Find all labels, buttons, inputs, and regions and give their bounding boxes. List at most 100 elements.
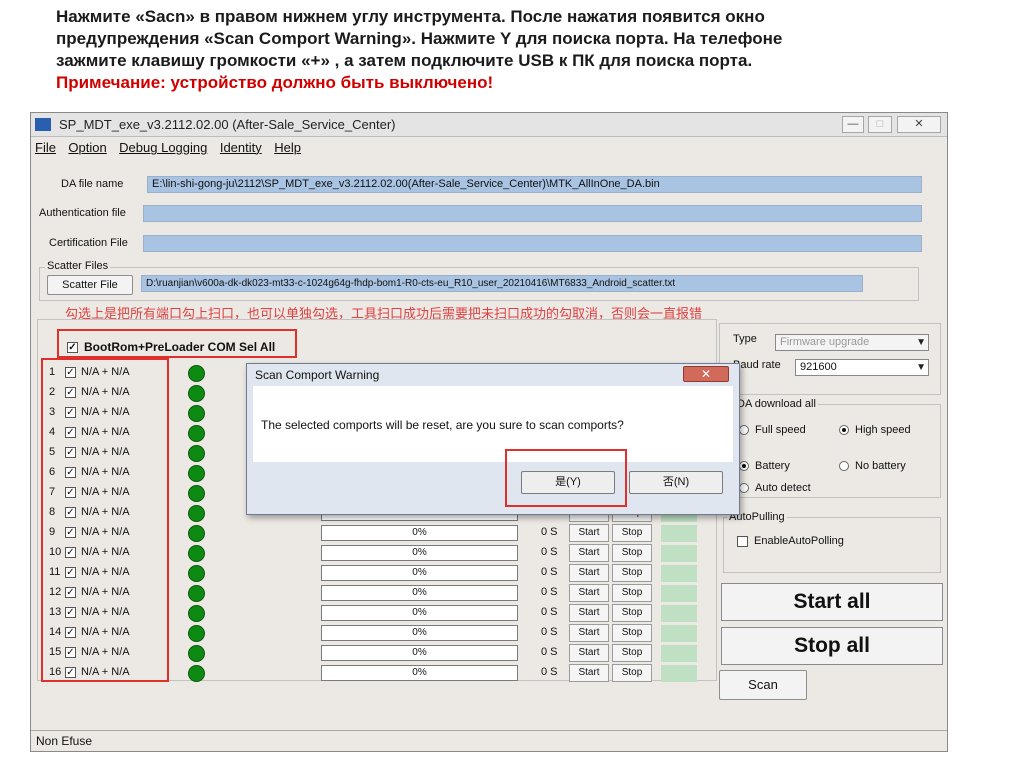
da-file-field[interactable]: E:\lin-shi-gong-ju\2112\SP_MDT_exe_v3.21… xyxy=(147,176,922,193)
baud-rate-select[interactable]: 921600 ▼ xyxy=(795,359,929,376)
port-checkbox[interactable]: ✓ xyxy=(65,507,76,518)
port-name: N/A + N/A xyxy=(81,666,130,678)
type-select[interactable]: Firmware upgrade ▼ xyxy=(775,334,929,351)
port-row: 16 ✓ N/A + N/A 0% 0 S Start Stop xyxy=(47,664,727,684)
status-led-icon xyxy=(188,645,205,662)
menu-option[interactable]: Option xyxy=(68,140,106,155)
scatter-file-button[interactable]: Scatter File xyxy=(47,275,133,295)
bootrom-sel-all-checkbox[interactable]: ✓ xyxy=(67,342,78,354)
port-status-cell xyxy=(661,525,697,542)
menu-debug-logging[interactable]: Debug Logging xyxy=(119,140,207,155)
scan-button[interactable]: Scan xyxy=(719,670,807,700)
port-status-cell xyxy=(661,585,697,602)
status-led-icon xyxy=(188,385,205,402)
port-start-button[interactable]: Start xyxy=(569,524,609,542)
maximize-button[interactable]: □ xyxy=(868,116,892,133)
port-start-button[interactable]: Start xyxy=(569,644,609,662)
port-start-button[interactable]: Start xyxy=(569,544,609,562)
port-checkbox[interactable]: ✓ xyxy=(65,627,76,638)
high-speed-radio[interactable]: High speed xyxy=(839,424,911,436)
port-stop-button[interactable]: Stop xyxy=(612,624,652,642)
menu-file[interactable]: File xyxy=(35,140,56,155)
port-checkbox[interactable]: ✓ xyxy=(65,467,76,478)
progress-bar: 0% xyxy=(321,605,518,621)
instruction-line-2: предупреждения «Scan Comport Warning». Н… xyxy=(56,29,783,48)
close-button[interactable]: ✕ xyxy=(897,116,941,133)
dialog-yes-button[interactable]: 是(Y) xyxy=(521,471,615,494)
port-stop-button[interactable]: Stop xyxy=(612,664,652,682)
port-name: N/A + N/A xyxy=(81,606,130,618)
port-start-button[interactable]: Start xyxy=(569,624,609,642)
cert-file-label: Certification File xyxy=(49,237,128,249)
port-stop-button[interactable]: Stop xyxy=(612,564,652,582)
instruction-line-3: зажмите клавишу громкости «+» , а затем … xyxy=(56,51,753,70)
port-start-button[interactable]: Start xyxy=(569,584,609,602)
scan-comport-warning-dialog: Scan Comport Warning ✕ The selected comp… xyxy=(246,363,740,515)
cert-file-field[interactable] xyxy=(143,235,922,252)
minimize-button[interactable]: — xyxy=(842,116,864,133)
full-speed-radio[interactable]: Full speed xyxy=(739,424,806,436)
port-checkbox[interactable]: ✓ xyxy=(65,387,76,398)
port-number: 12 xyxy=(49,586,62,598)
port-stop-button[interactable]: Stop xyxy=(612,604,652,622)
port-checkbox[interactable]: ✓ xyxy=(65,547,76,558)
no-battery-radio[interactable]: No battery xyxy=(839,460,906,472)
port-checkbox[interactable]: ✓ xyxy=(65,527,76,538)
scatter-file-field[interactable]: D:\ruanjian\v600a-dk-dk023-mt33-c-1024g6… xyxy=(141,275,863,292)
menu-help[interactable]: Help xyxy=(274,140,301,155)
bootrom-sel-all[interactable]: ✓ BootRom+PreLoader COM Sel All xyxy=(67,340,275,354)
port-checkbox[interactable]: ✓ xyxy=(65,367,76,378)
port-name: N/A + N/A xyxy=(81,626,130,638)
port-checkbox[interactable]: ✓ xyxy=(65,607,76,618)
port-number: 5 xyxy=(49,446,56,458)
stop-all-button[interactable]: Stop all xyxy=(721,627,943,665)
progress-bar: 0% xyxy=(321,525,518,541)
port-stop-button[interactable]: Stop xyxy=(612,544,652,562)
dialog-no-button[interactable]: 否(N) xyxy=(629,471,723,494)
bootrom-sel-all-label: BootRom+PreLoader COM Sel All xyxy=(84,340,276,354)
dialog-close-button[interactable]: ✕ xyxy=(683,366,729,382)
window-title: SP_MDT_exe_v3.2112.02.00 (After-Sale_Ser… xyxy=(59,117,396,132)
menu-identity[interactable]: Identity xyxy=(220,140,262,155)
dialog-message: The selected comports will be reset, are… xyxy=(261,418,624,432)
port-row: 11 ✓ N/A + N/A 0% 0 S Start Stop xyxy=(47,564,727,584)
battery-radio[interactable]: Battery xyxy=(739,460,790,472)
port-stop-button[interactable]: Stop xyxy=(612,524,652,542)
port-name: N/A + N/A xyxy=(81,526,130,538)
baud-rate-label: Baud rate xyxy=(733,359,781,371)
port-name: N/A + N/A xyxy=(81,446,130,458)
progress-bar: 0% xyxy=(321,645,518,661)
radio-circle xyxy=(739,483,749,494)
port-checkbox[interactable]: ✓ xyxy=(65,567,76,578)
port-checkbox[interactable]: ✓ xyxy=(65,407,76,418)
port-stop-button[interactable]: Stop xyxy=(612,584,652,602)
port-checkbox[interactable]: ✓ xyxy=(65,447,76,458)
port-checkbox[interactable]: ✓ xyxy=(65,587,76,598)
elapsed-time: 0 S xyxy=(541,586,558,598)
port-status-cell xyxy=(661,645,697,662)
full-speed-label: Full speed xyxy=(755,424,806,436)
port-stop-button[interactable]: Stop xyxy=(612,644,652,662)
port-number: 6 xyxy=(49,466,56,478)
enable-autopolling-checkbox[interactable]: EnableAutoPolling xyxy=(737,535,844,547)
port-checkbox[interactable]: ✓ xyxy=(65,667,76,678)
instruction-line-1: Нажмите «Sacn» в правом нижнем углу инст… xyxy=(56,7,765,26)
start-all-button[interactable]: Start all xyxy=(721,583,943,621)
menu-bar: File Option Debug Logging Identity Help xyxy=(35,139,309,159)
status-led-icon xyxy=(188,405,205,422)
port-start-button[interactable]: Start xyxy=(569,664,609,682)
app-icon xyxy=(35,118,51,131)
port-number: 13 xyxy=(49,606,62,618)
port-number: 7 xyxy=(49,486,56,498)
progress-bar: 0% xyxy=(321,625,518,641)
port-start-button[interactable]: Start xyxy=(569,564,609,582)
port-row: 13 ✓ N/A + N/A 0% 0 S Start Stop xyxy=(47,604,727,624)
port-status-cell xyxy=(661,565,697,582)
auto-detect-radio[interactable]: Auto detect xyxy=(739,482,811,494)
port-start-button[interactable]: Start xyxy=(569,604,609,622)
auth-file-field[interactable] xyxy=(143,205,922,222)
port-checkbox[interactable]: ✓ xyxy=(65,647,76,658)
port-checkbox[interactable]: ✓ xyxy=(65,427,76,438)
port-number: 4 xyxy=(49,426,56,438)
port-checkbox[interactable]: ✓ xyxy=(65,487,76,498)
